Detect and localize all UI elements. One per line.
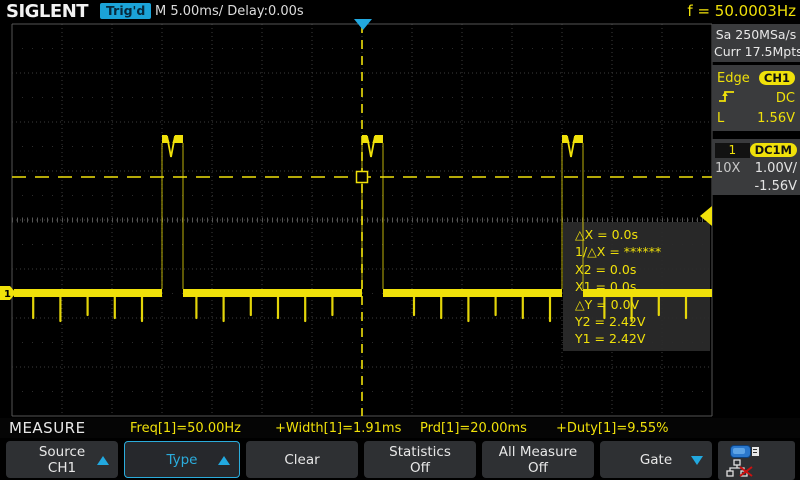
type-button-label: Type [166,452,197,468]
source-button-value: CH1 [48,460,76,476]
statistics-button-label: Statistics [389,444,451,460]
trigger-type: Edge [717,71,750,86]
usb-device-icon [730,445,760,458]
svg-text:1: 1 [4,289,11,300]
trigger-level-value: 1.56V [757,111,795,126]
measure-period: Prd[1]=20.00ms [420,421,527,436]
measurement-bar: MEASURE Freq[1]=50.00Hz +Width[1]=1.91ms… [0,418,800,438]
trigger-coupling: DC [776,91,795,106]
channel-coupling-badge: DC1M [750,143,797,157]
measure-title: MEASURE [9,419,86,437]
measure-pwidth: +Width[1]=1.91ms [275,421,401,436]
all-measure-button-value: Off [528,460,548,476]
lan-disconnected-icon [726,459,760,477]
probe-attenuation: 10X [715,161,740,176]
all-measure-button[interactable]: All Measure Off [482,441,594,478]
channel-number-badge: 1 [715,143,750,158]
measure-freq: Freq[1]=50.00Hz [130,421,241,436]
sample-rate: Sa 250MSa/s [714,26,798,43]
channel1-panel[interactable]: 1 DC1M 10X 1.00V/ -1.56V [712,139,800,195]
acquisition-panel: Sa 250MSa/s Curr 17.5Mpts [712,24,800,62]
gate-button-label: Gate [640,452,672,468]
trigger-panel[interactable]: Edge CH1 DC L 1.56V [712,65,800,131]
up-arrow-icon [218,456,230,465]
source-button-label: Source [39,444,85,460]
channel-scale: 1.00V/ [755,161,797,176]
clear-button[interactable]: Clear [246,441,358,478]
up-arrow-icon [97,456,109,465]
trigger-level-label: L [717,111,724,126]
source-button[interactable]: Source CH1 [6,441,118,478]
trigger-source-badge: CH1 [759,71,795,85]
right-sidebar: Sa 250MSa/s Curr 17.5Mpts Edge CH1 DC L … [712,24,800,420]
all-measure-button-label: All Measure [499,444,577,460]
rising-edge-icon [717,88,737,108]
statistics-button-value: Off [410,460,430,476]
clear-button-label: Clear [284,452,319,468]
waveform-area[interactable]: 1 [0,0,800,480]
measure-pduty: +Duty[1]=9.55% [556,421,669,436]
statistics-button[interactable]: Statistics Off [364,441,476,478]
softkey-menu-bar: Source CH1 Type Clear Statistics Off All… [0,440,800,480]
channel-offset: -1.56V [754,179,797,194]
memory-depth: Curr 17.5Mpts [714,43,798,60]
io-status-block [718,441,795,480]
gate-button[interactable]: Gate [600,441,712,478]
type-button[interactable]: Type [124,441,240,478]
down-arrow-icon [691,456,703,465]
oscilloscope-screen: SIGLENT Trig'd M 5.00ms/ Delay:0.00s f =… [0,0,800,480]
